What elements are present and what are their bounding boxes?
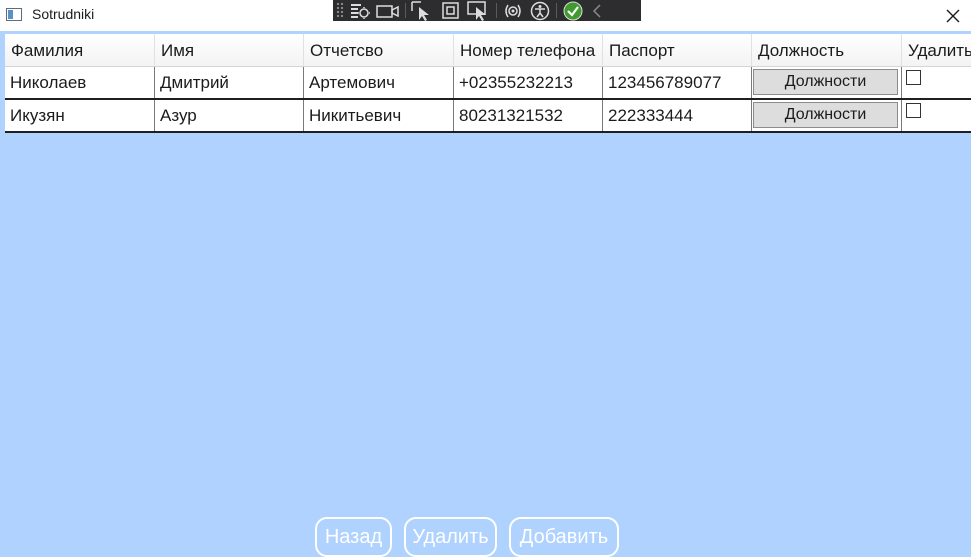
cell-delete xyxy=(902,100,971,131)
collapse-icon[interactable] xyxy=(589,0,605,21)
delete-button[interactable]: Удалить xyxy=(404,517,497,557)
window-title: Sotrudniki xyxy=(32,6,95,22)
cell-phone[interactable]: 80231321532 xyxy=(454,100,603,131)
employees-datagrid[interactable]: Фамилия Имя Отчетсво Номер телефона Пасп… xyxy=(5,34,971,133)
cell-patronymic[interactable]: Никитьевич xyxy=(304,100,454,131)
back-button[interactable]: Назад xyxy=(315,517,392,557)
column-header-position[interactable]: Должность xyxy=(752,34,902,66)
table-row[interactable]: Икузян Азур Никитьевич 80231321532 22233… xyxy=(5,100,971,133)
display-layout-adorners-icon[interactable] xyxy=(440,0,462,21)
delete-checkbox[interactable] xyxy=(906,70,921,85)
hot-reload-icon[interactable] xyxy=(502,0,524,21)
toolbar-grip[interactable] xyxy=(336,2,344,19)
cell-passport[interactable]: 222333444 xyxy=(603,100,752,131)
cell-position: Должности xyxy=(752,67,902,98)
track-focus-icon[interactable] xyxy=(467,0,491,21)
cell-name[interactable]: Азур xyxy=(155,100,304,131)
accessibility-icon[interactable] xyxy=(529,0,551,21)
column-header-patronymic[interactable]: Отчетсво xyxy=(304,34,454,66)
column-header-phone[interactable]: Номер телефона xyxy=(454,34,603,66)
positions-button[interactable]: Должности xyxy=(753,69,898,95)
cell-delete xyxy=(902,67,971,98)
close-button[interactable] xyxy=(935,0,971,31)
positions-button[interactable]: Должности xyxy=(753,102,898,128)
toolbar-separator xyxy=(556,3,557,18)
grid-header: Фамилия Имя Отчетсво Номер телефона Пасп… xyxy=(5,34,971,67)
table-row[interactable]: Николаев Дмитрий Артемович +02355232213 … xyxy=(5,67,971,100)
column-header-name[interactable]: Имя xyxy=(155,34,304,66)
cell-patronymic[interactable]: Артемович xyxy=(304,67,454,98)
cell-name[interactable]: Дмитрий xyxy=(155,67,304,98)
binding-ok-icon[interactable] xyxy=(562,0,584,21)
toolbar-separator xyxy=(405,3,406,18)
cell-passport[interactable]: 123456789077 xyxy=(603,67,752,98)
cell-position: Должности xyxy=(752,100,902,131)
column-header-passport[interactable]: Паспорт xyxy=(603,34,752,66)
runtime-debug-toolbar xyxy=(333,0,641,21)
column-header-delete[interactable]: Удалить xyxy=(902,34,971,66)
cell-surname[interactable]: Икузян xyxy=(5,100,155,131)
column-header-surname[interactable]: Фамилия xyxy=(5,34,155,66)
live-visual-tree-icon[interactable] xyxy=(349,0,371,21)
app-window-icon xyxy=(6,8,22,21)
close-icon xyxy=(946,9,960,22)
cell-phone[interactable]: +02355232213 xyxy=(454,67,603,98)
record-icon[interactable] xyxy=(376,0,400,21)
select-element-icon[interactable] xyxy=(411,0,435,21)
delete-checkbox[interactable] xyxy=(906,103,921,118)
cell-surname[interactable]: Николаев xyxy=(5,67,155,98)
toolbar-separator xyxy=(496,3,497,18)
add-button[interactable]: Добавить xyxy=(509,517,619,557)
